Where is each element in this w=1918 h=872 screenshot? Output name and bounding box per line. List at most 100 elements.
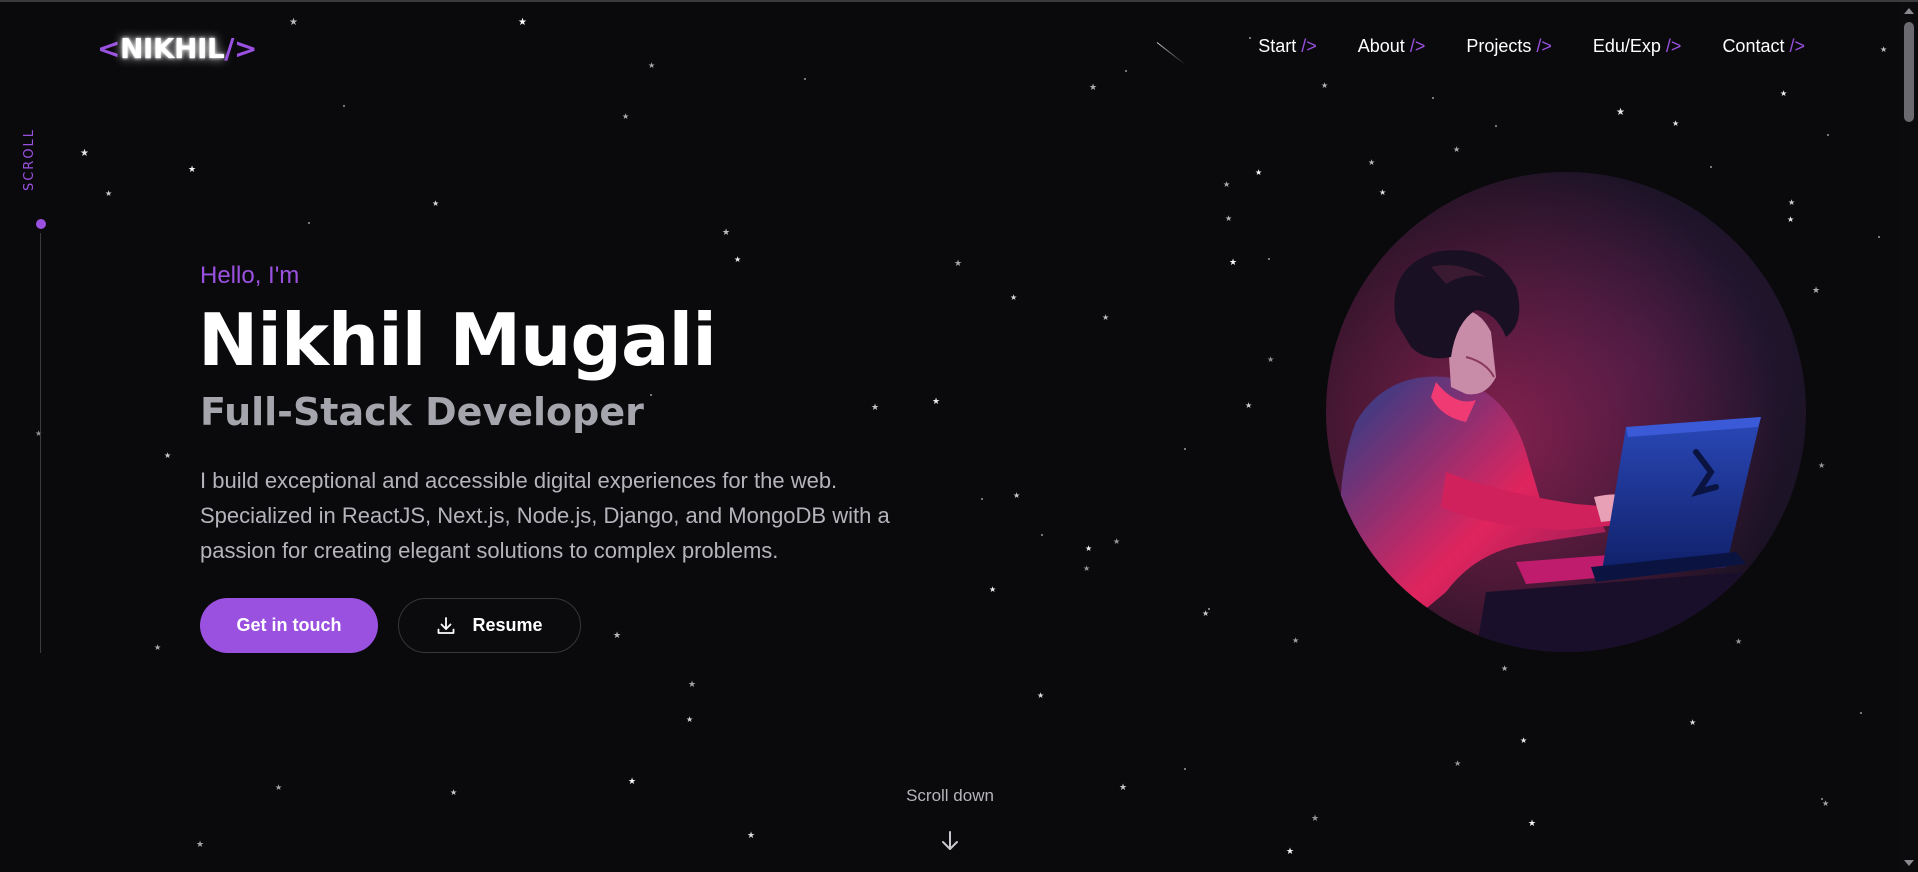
star: ★	[1822, 799, 1830, 808]
nav-label: Projects	[1466, 36, 1532, 56]
star: ★	[1787, 215, 1795, 224]
star-dot	[1125, 70, 1127, 72]
star: ★	[432, 199, 440, 208]
site-logo[interactable]: <NIKHIL/>	[97, 32, 257, 65]
star: ★	[1119, 783, 1128, 793]
star: ★	[688, 680, 697, 690]
star: ★	[954, 259, 963, 269]
nav-label: About	[1357, 36, 1405, 56]
star: ★	[1085, 544, 1093, 553]
star: ★	[1083, 564, 1091, 573]
star: ★	[1225, 214, 1233, 223]
download-icon	[438, 616, 455, 634]
star: ★	[1286, 847, 1295, 857]
star: ★	[747, 831, 756, 841]
star: ★	[989, 585, 997, 594]
scroll-progress-dot	[36, 219, 46, 229]
star: ★	[1453, 145, 1461, 154]
nav-about[interactable]: About />	[1358, 36, 1426, 57]
star: ★	[1528, 819, 1537, 829]
star: ★	[1292, 636, 1300, 645]
star-dot	[1821, 798, 1823, 800]
star: ★	[1818, 461, 1826, 470]
nav-suffix: />	[1784, 36, 1805, 56]
logo-name: NIKHIL	[119, 32, 225, 65]
star: ★	[1089, 83, 1098, 93]
star: ★	[1202, 609, 1210, 618]
star: ★	[628, 777, 637, 787]
star: ★	[1368, 158, 1376, 167]
nav-suffix: />	[1531, 36, 1552, 56]
nav-projects[interactable]: Projects />	[1466, 36, 1552, 57]
star: ★	[1037, 691, 1045, 700]
star: ★	[871, 403, 880, 413]
star: ★	[164, 451, 172, 460]
star: ★	[1735, 637, 1743, 646]
star: ★	[1255, 168, 1263, 177]
star-dot	[308, 222, 310, 224]
star: ★	[80, 148, 89, 159]
scrollbar-thumb[interactable]	[1904, 22, 1914, 122]
star: ★	[932, 397, 941, 407]
resume-button[interactable]: Resume	[398, 598, 581, 653]
hero-role: Full-Stack Developer	[200, 390, 644, 434]
star-dot	[1208, 608, 1210, 610]
star: ★	[289, 17, 298, 28]
star: ★	[1102, 313, 1110, 322]
star: ★	[35, 429, 43, 438]
star: ★	[105, 189, 113, 198]
star: ★	[1113, 537, 1121, 546]
main-nav: Start /> About /> Projects /> Edu/Exp />…	[1258, 36, 1805, 57]
star-dot	[1041, 534, 1043, 536]
nav-edu-exp[interactable]: Edu/Exp />	[1593, 36, 1682, 57]
nav-contact[interactable]: Contact />	[1722, 36, 1805, 57]
star: ★	[1321, 81, 1329, 90]
star: ★	[1013, 491, 1021, 500]
resume-label: Resume	[472, 615, 543, 635]
star: ★	[154, 643, 162, 652]
hero-greeting: Hello, I'm	[200, 262, 300, 289]
star: ★	[1788, 198, 1796, 207]
get-in-touch-button[interactable]: Get in touch	[200, 598, 378, 653]
nav-label: Contact	[1722, 36, 1785, 56]
star: ★	[734, 255, 742, 264]
developer-illustration-art	[1326, 172, 1806, 652]
star: ★	[648, 61, 656, 70]
scroll-progress-track	[40, 233, 41, 653]
star: ★	[1880, 45, 1888, 54]
hero-description: I build exceptional and accessible digit…	[200, 468, 890, 563]
hero-name: Nikhil Mugali	[198, 298, 717, 382]
star: ★	[1379, 188, 1387, 197]
page-scrollbar[interactable]	[1900, 2, 1918, 872]
scroll-down-label[interactable]: Scroll down	[880, 786, 1020, 806]
arrow-down-icon[interactable]	[940, 829, 960, 853]
nav-start[interactable]: Start />	[1258, 36, 1317, 57]
star-dot	[981, 498, 983, 500]
star: ★	[1501, 664, 1509, 673]
star: ★	[1812, 286, 1821, 296]
scroll-up-arrow[interactable]	[1904, 8, 1914, 14]
star: ★	[613, 631, 622, 641]
star: ★	[1267, 355, 1275, 364]
star-dot	[1710, 166, 1712, 168]
star-dot	[1249, 37, 1251, 39]
star: ★	[1311, 814, 1320, 824]
nav-label: Start	[1258, 36, 1297, 56]
star: ★	[450, 788, 458, 797]
star-dot	[1827, 134, 1829, 136]
star: ★	[188, 165, 197, 175]
star-dot	[1432, 97, 1434, 99]
star-dot	[1184, 448, 1186, 450]
logo-open-bracket: <	[97, 32, 120, 65]
star: ★	[1229, 258, 1238, 268]
star: ★	[722, 228, 731, 238]
scroll-indicator-label: SCROLL	[16, 127, 44, 190]
star: ★	[622, 112, 630, 121]
star: ★	[196, 840, 205, 850]
star: ★	[1245, 401, 1253, 410]
star: ★	[1454, 759, 1462, 768]
nav-suffix: />	[1660, 36, 1682, 56]
star: ★	[1780, 89, 1788, 98]
scroll-down-arrow[interactable]	[1904, 860, 1914, 866]
developer-illustration	[1326, 172, 1806, 652]
